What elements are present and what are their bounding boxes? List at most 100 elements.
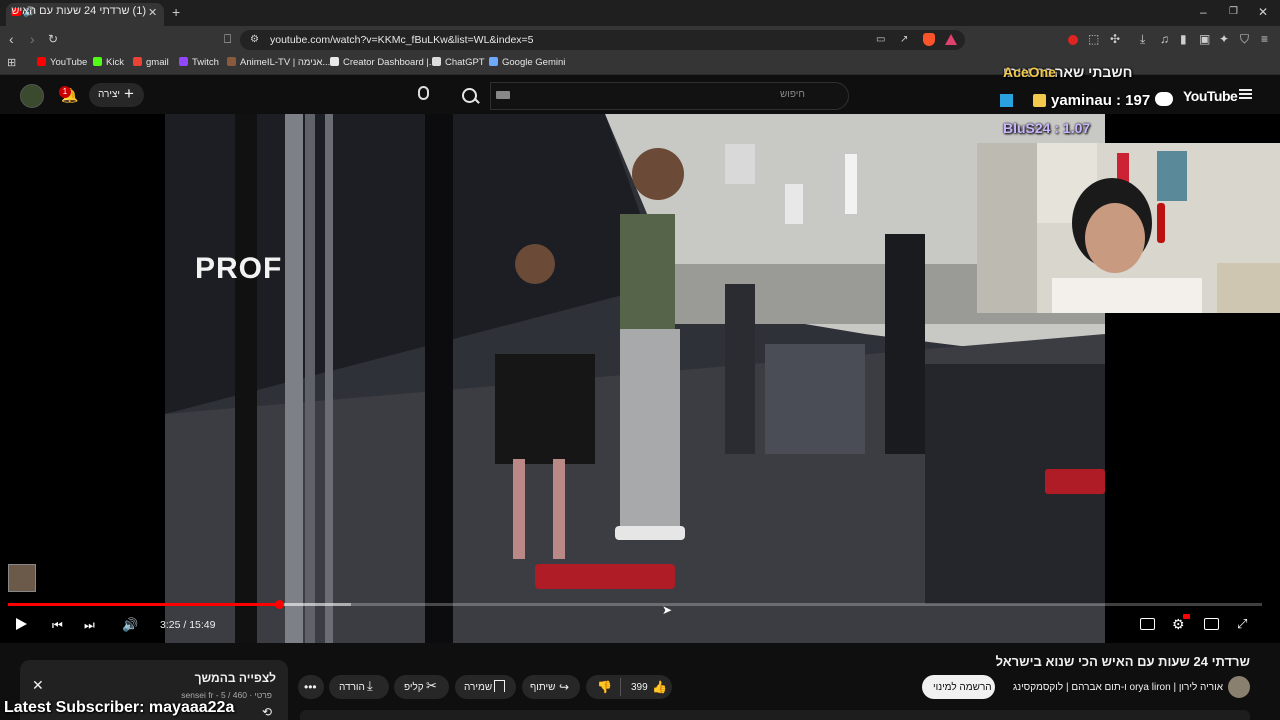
adblock-icon[interactable] bbox=[1068, 35, 1078, 45]
channel-name[interactable]: אוריה לירון | orya liron ו-תום אברהם | ל… bbox=[1013, 682, 1223, 693]
bookmark-favicon-icon bbox=[227, 57, 236, 66]
brave-rewards-icon[interactable] bbox=[945, 34, 957, 45]
like-icon[interactable]: 👍 bbox=[652, 680, 667, 694]
subscribe-label: הרשמה למינוי bbox=[933, 682, 992, 693]
bookmark-label: ChatGPT bbox=[445, 57, 485, 68]
dislike-icon[interactable]: 👎 bbox=[597, 680, 612, 694]
bookmark-icon[interactable]: ⎕ bbox=[224, 33, 231, 45]
volume-icon[interactable]: 🔊 bbox=[122, 617, 138, 633]
more-icon: ••• bbox=[304, 680, 317, 694]
tab-title: (1) שרדתי 24 שעות עם האיש bbox=[11, 5, 146, 17]
mouse-cursor-icon: ➤ bbox=[662, 603, 673, 617]
previous-icon[interactable]: ⏮ bbox=[52, 618, 63, 633]
bookmark-item[interactable]: Kick bbox=[93, 57, 124, 68]
download-icon: ⤓ bbox=[367, 678, 373, 693]
bookmark-item[interactable]: gmail bbox=[133, 57, 169, 68]
sidebar-icon[interactable]: ▮ bbox=[1180, 33, 1187, 45]
bookmark-item[interactable]: YouTube bbox=[37, 57, 87, 68]
window-close-icon[interactable]: ✕ bbox=[1258, 6, 1268, 18]
bookmark-item[interactable]: ChatGPT bbox=[432, 57, 485, 68]
tab-bar bbox=[0, 0, 1280, 26]
speech-bubble-icon bbox=[1155, 92, 1173, 106]
wallet-icon[interactable]: ▣ bbox=[1199, 33, 1210, 45]
url-text[interactable]: youtube.com/watch?v=KKMc_fBuLKw&list=WL&… bbox=[270, 34, 534, 46]
vpn-shield-icon[interactable]: ⛉ bbox=[1240, 33, 1249, 45]
brave-shield-icon[interactable] bbox=[923, 33, 935, 46]
tab-close-icon[interactable]: ✕ bbox=[148, 7, 157, 19]
bookmark-label: Creator Dashboard |... bbox=[343, 57, 437, 68]
latest-subscriber-overlay: Latest Subscriber: mayaaa22a bbox=[4, 699, 235, 716]
extension-icon[interactable]: ⬚ bbox=[1088, 33, 1099, 45]
extensions-puzzle-icon[interactable]: ✣ bbox=[1110, 33, 1120, 45]
bookmark-favicon-icon bbox=[330, 57, 339, 66]
bookmark-favicon-icon bbox=[432, 57, 441, 66]
thumbnail-preview bbox=[8, 564, 36, 592]
microphone-icon[interactable] bbox=[418, 86, 429, 100]
next-video-row[interactable] bbox=[300, 710, 1250, 720]
bookmark-label: Google Gemini bbox=[502, 57, 566, 68]
play-icon[interactable] bbox=[16, 618, 27, 630]
restore-icon[interactable]: ❐ bbox=[1229, 6, 1238, 18]
download-label: הורדה bbox=[339, 682, 365, 693]
back-icon[interactable]: ‹ bbox=[9, 32, 14, 46]
overlay-leader-2: BluS24 : 1.07 bbox=[1003, 120, 1091, 136]
fullscreen-icon[interactable]: ⤢ bbox=[1237, 616, 1247, 632]
forward-icon[interactable]: › bbox=[30, 32, 35, 46]
playlist-title[interactable]: לצפייה בהמשך bbox=[195, 671, 276, 685]
notification-badge: 1 bbox=[59, 86, 71, 98]
theater-mode-icon[interactable] bbox=[1204, 618, 1219, 630]
search-placeholder: חיפוש bbox=[780, 89, 805, 100]
bookmark-label: Kick bbox=[106, 57, 124, 68]
video-frame[interactable]: PROF bbox=[165, 114, 1105, 643]
like-count[interactable]: 399 bbox=[631, 682, 648, 693]
hd-badge bbox=[1183, 614, 1190, 619]
bookmark-label: YouTube bbox=[50, 57, 88, 68]
loop-icon[interactable]: ⟲ bbox=[262, 705, 272, 719]
next-icon[interactable]: ⏭ bbox=[84, 618, 95, 633]
bookmark-item[interactable]: Google Gemini bbox=[489, 57, 565, 68]
avatar[interactable] bbox=[20, 84, 44, 108]
clip-label: קליפ bbox=[404, 682, 424, 693]
time-display: 3:25 / 15:49 bbox=[160, 619, 216, 631]
reload-icon[interactable]: ↻ bbox=[48, 33, 58, 45]
downloads-icon[interactable]: ⤓ bbox=[1140, 33, 1145, 45]
scrubber-handle[interactable] bbox=[274, 600, 284, 609]
share-label: שיתוף bbox=[530, 682, 556, 693]
bookmark-favicon-icon bbox=[133, 57, 142, 66]
share-page-icon[interactable]: ↗ bbox=[900, 34, 908, 46]
bookmark-favicon-icon bbox=[37, 57, 46, 66]
keyboard-icon[interactable] bbox=[496, 91, 510, 99]
leo-ai-icon[interactable]: ✦ bbox=[1219, 33, 1229, 45]
new-tab-icon[interactable]: + bbox=[172, 5, 180, 19]
share-icon: ↪ bbox=[559, 680, 570, 694]
bookmark-item[interactable]: Twitch bbox=[179, 57, 219, 68]
divider bbox=[620, 678, 621, 696]
bookmark-item[interactable]: Creator Dashboard |... bbox=[330, 57, 437, 68]
cast-icon[interactable]: ▭ bbox=[876, 34, 885, 46]
create-button-label: יצירה bbox=[98, 89, 121, 100]
bookmark-item[interactable]: AnimeIL-TV | אנימה... bbox=[227, 57, 330, 68]
plus-icon: + bbox=[124, 84, 134, 103]
bookmark-favicon-icon bbox=[489, 57, 498, 66]
bookmark-label: Twitch bbox=[192, 57, 219, 68]
scissors-icon: ✂ bbox=[426, 678, 437, 693]
gym-sign: PROF bbox=[195, 252, 283, 285]
close-playlist-icon[interactable]: ✕ bbox=[32, 677, 44, 694]
apps-grid-icon[interactable]: ⊞ bbox=[7, 57, 16, 69]
subtitles-icon[interactable] bbox=[1140, 618, 1155, 630]
video-title: שרדתי 24 שעות עם האיש הכי שנוא בישראל bbox=[995, 654, 1250, 669]
overlay-badge-icon bbox=[1000, 94, 1013, 107]
menu-icon[interactable]: ≡ bbox=[1261, 33, 1268, 45]
gym-scene bbox=[165, 114, 1105, 643]
channel-avatar[interactable] bbox=[1228, 676, 1250, 698]
crown-icon bbox=[1033, 94, 1046, 107]
overlay-message-user: AceOne bbox=[1003, 64, 1056, 80]
media-icon[interactable]: ♫ bbox=[1160, 33, 1169, 45]
site-info-icon[interactable]: ⚙ bbox=[250, 34, 259, 46]
hamburger-menu-icon[interactable] bbox=[1239, 89, 1252, 91]
minimize-icon[interactable]: – bbox=[1200, 6, 1207, 18]
bookmark-label: gmail bbox=[146, 57, 169, 68]
save-label: שמירה bbox=[464, 682, 493, 693]
youtube-logo[interactable]: YouTube bbox=[1183, 88, 1238, 104]
bookmark-save-icon bbox=[494, 680, 505, 692]
